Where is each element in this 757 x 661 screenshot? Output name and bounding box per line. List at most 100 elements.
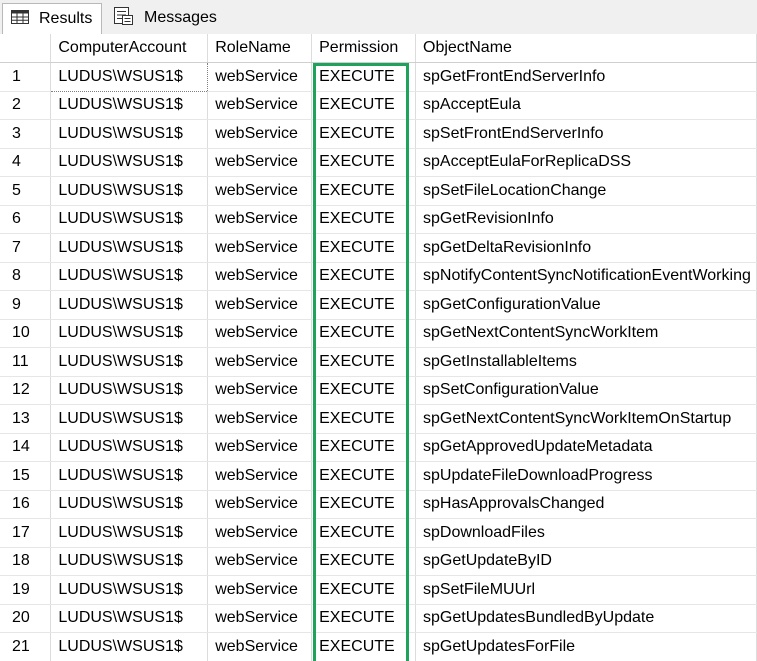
- role-name-cell[interactable]: webService: [207, 119, 313, 149]
- role-name-cell[interactable]: webService: [207, 404, 313, 434]
- object-name-cell[interactable]: spAcceptEula: [415, 91, 757, 120]
- role-name-cell[interactable]: webService: [207, 148, 313, 177]
- row-number[interactable]: 7: [0, 233, 52, 263]
- computer-account-cell[interactable]: LUDUS\WSUS1$: [50, 461, 209, 491]
- role-name-cell[interactable]: webService: [207, 518, 313, 548]
- table-row[interactable]: 10 LUDUS\WSUS1$ webService EXECUTE spGetNext…: [0, 319, 757, 348]
- role-name-cell[interactable]: webService: [207, 176, 313, 206]
- header-rownum[interactable]: [0, 34, 52, 63]
- table-row[interactable]: 20 LUDUS\WSUS1$ webService EXECUTE spGetUpda…: [0, 604, 757, 633]
- row-number[interactable]: 1: [0, 62, 52, 92]
- role-name-cell[interactable]: webService: [207, 461, 313, 491]
- computer-account-cell[interactable]: LUDUS\WSUS1$: [50, 91, 209, 120]
- role-name-cell[interactable]: webService: [207, 376, 313, 405]
- table-row[interactable]: 3 LUDUS\WSUS1$ webService EXECUTE spSetFront…: [0, 119, 757, 149]
- role-name-cell[interactable]: webService: [207, 490, 313, 519]
- permission-cell[interactable]: EXECUTE: [311, 632, 416, 661]
- computer-account-cell[interactable]: LUDUS\WSUS1$: [50, 376, 209, 405]
- object-name-cell[interactable]: spSetFileMUUrl: [415, 575, 757, 605]
- table-row[interactable]: 7 LUDUS\WSUS1$ webService EXECUTE spGetDelta…: [0, 233, 757, 263]
- row-number[interactable]: 17: [0, 518, 52, 548]
- permission-cell[interactable]: EXECUTE: [311, 176, 416, 206]
- row-number[interactable]: 10: [0, 319, 52, 348]
- permission-cell[interactable]: EXECUTE: [311, 461, 416, 491]
- table-row[interactable]: 6 LUDUS\WSUS1$ webService EXECUTE spGetRevis…: [0, 205, 757, 234]
- object-name-cell[interactable]: spGetFrontEndServerInfo: [415, 62, 757, 92]
- row-number[interactable]: 2: [0, 91, 52, 120]
- permission-cell[interactable]: EXECUTE: [311, 205, 416, 234]
- computer-account-cell[interactable]: LUDUS\WSUS1$: [50, 148, 209, 177]
- object-name-cell[interactable]: spGetRevisionInfo: [415, 205, 757, 234]
- table-row[interactable]: 16 LUDUS\WSUS1$ webService EXECUTE spHasAppr…: [0, 490, 757, 519]
- object-name-cell[interactable]: spHasApprovalsChanged: [415, 490, 757, 519]
- row-number[interactable]: 9: [0, 290, 52, 320]
- permission-cell[interactable]: EXECUTE: [311, 262, 416, 291]
- permission-cell[interactable]: EXECUTE: [311, 290, 416, 320]
- computer-account-cell[interactable]: LUDUS\WSUS1$: [50, 233, 209, 263]
- role-name-cell[interactable]: webService: [207, 262, 313, 291]
- permission-cell[interactable]: EXECUTE: [311, 490, 416, 519]
- object-name-cell[interactable]: spSetConfigurationValue: [415, 376, 757, 405]
- computer-account-cell[interactable]: LUDUS\WSUS1$: [50, 547, 209, 576]
- computer-account-cell[interactable]: LUDUS\WSUS1$: [50, 433, 209, 462]
- permission-cell[interactable]: EXECUTE: [311, 547, 416, 576]
- computer-account-cell[interactable]: LUDUS\WSUS1$: [50, 290, 209, 320]
- table-row[interactable]: 13 LUDUS\WSUS1$ webService EXECUTE spGetNext…: [0, 404, 757, 434]
- table-row[interactable]: 9 LUDUS\WSUS1$ webService EXECUTE spGetConfi…: [0, 290, 757, 320]
- tab-messages[interactable]: Messages: [106, 3, 226, 33]
- header-permission[interactable]: Permission: [311, 34, 416, 63]
- object-name-cell[interactable]: spGetConfigurationValue: [415, 290, 757, 320]
- permission-cell[interactable]: EXECUTE: [311, 233, 416, 263]
- object-name-cell[interactable]: spGetUpdatesForFile: [415, 632, 757, 661]
- computer-account-cell[interactable]: LUDUS\WSUS1$: [50, 404, 209, 434]
- table-row[interactable]: 19 LUDUS\WSUS1$ webService EXECUTE spSetFile…: [0, 575, 757, 605]
- object-name-cell[interactable]: spAcceptEulaForReplicaDSS: [415, 148, 757, 177]
- row-number[interactable]: 3: [0, 119, 52, 149]
- computer-account-cell[interactable]: LUDUS\WSUS1$: [50, 518, 209, 548]
- permission-cell[interactable]: EXECUTE: [311, 404, 416, 434]
- computer-account-cell[interactable]: LUDUS\WSUS1$: [50, 604, 209, 633]
- permission-cell[interactable]: EXECUTE: [311, 319, 416, 348]
- object-name-cell[interactable]: spSetFrontEndServerInfo: [415, 119, 757, 149]
- role-name-cell[interactable]: webService: [207, 290, 313, 320]
- role-name-cell[interactable]: webService: [207, 575, 313, 605]
- computer-account-cell[interactable]: LUDUS\WSUS1$: [50, 575, 209, 605]
- role-name-cell[interactable]: webService: [207, 91, 313, 120]
- computer-account-cell[interactable]: LUDUS\WSUS1$: [50, 347, 209, 377]
- computer-account-cell[interactable]: LUDUS\WSUS1$: [50, 632, 209, 661]
- role-name-cell[interactable]: webService: [207, 632, 313, 661]
- table-row[interactable]: 15 LUDUS\WSUS1$ webService EXECUTE spUpdateF…: [0, 461, 757, 491]
- permission-cell[interactable]: EXECUTE: [311, 347, 416, 377]
- row-number[interactable]: 19: [0, 575, 52, 605]
- object-name-cell[interactable]: spGetUpdatesBundledByUpdate: [415, 604, 757, 633]
- table-row[interactable]: 4 LUDUS\WSUS1$ webService EXECUTE spAcceptEu…: [0, 148, 757, 177]
- role-name-cell[interactable]: webService: [207, 604, 313, 633]
- row-number[interactable]: 8: [0, 262, 52, 291]
- table-row[interactable]: 1 LUDUS\WSUS1$ webService EXECUTE spGetFront…: [0, 62, 757, 92]
- computer-account-cell[interactable]: LUDUS\WSUS1$: [50, 262, 209, 291]
- row-number[interactable]: 13: [0, 404, 52, 434]
- role-name-cell[interactable]: webService: [207, 62, 313, 92]
- row-number[interactable]: 5: [0, 176, 52, 206]
- row-number[interactable]: 6: [0, 205, 52, 234]
- role-name-cell[interactable]: webService: [207, 547, 313, 576]
- role-name-cell[interactable]: webService: [207, 233, 313, 263]
- table-row[interactable]: 8 LUDUS\WSUS1$ webService EXECUTE spNotifyCo…: [0, 262, 757, 291]
- results-grid[interactable]: ComputerAccount RoleName Permission Obje…: [0, 34, 757, 661]
- table-row[interactable]: 12 LUDUS\WSUS1$ webService EXECUTE spSetConf…: [0, 376, 757, 405]
- object-name-cell[interactable]: spSetFileLocationChange: [415, 176, 757, 206]
- role-name-cell[interactable]: webService: [207, 319, 313, 348]
- permission-cell[interactable]: EXECUTE: [311, 433, 416, 462]
- role-name-cell[interactable]: webService: [207, 347, 313, 377]
- computer-account-cell[interactable]: LUDUS\WSUS1$: [50, 319, 209, 348]
- table-row[interactable]: 2 LUDUS\WSUS1$ webService EXECUTE spAcceptEu…: [0, 91, 757, 120]
- row-number[interactable]: 20: [0, 604, 52, 633]
- permission-cell[interactable]: EXECUTE: [311, 518, 416, 548]
- permission-cell[interactable]: EXECUTE: [311, 62, 416, 92]
- object-name-cell[interactable]: spGetNextContentSyncWorkItem: [415, 319, 757, 348]
- permission-cell[interactable]: EXECUTE: [311, 575, 416, 605]
- object-name-cell[interactable]: spNotifyContentSyncNotificationEventWork…: [415, 262, 757, 291]
- row-number[interactable]: 18: [0, 547, 52, 576]
- object-name-cell[interactable]: spUpdateFileDownloadProgress: [415, 461, 757, 491]
- row-number[interactable]: 16: [0, 490, 52, 519]
